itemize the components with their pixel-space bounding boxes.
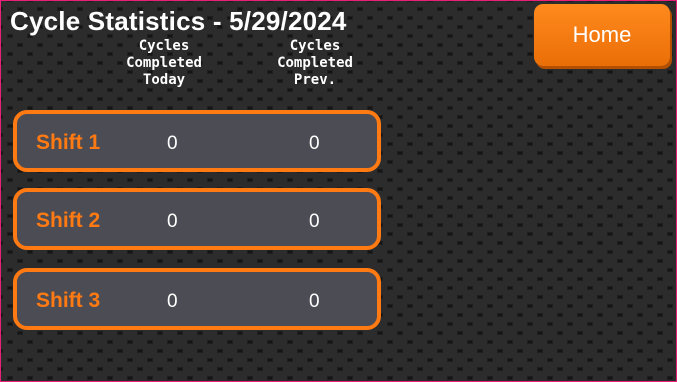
cycles-prev-value: 0 xyxy=(309,291,320,312)
cycles-today-value: 0 xyxy=(167,133,178,154)
shift-row-1[interactable]: Shift 1 0 0 xyxy=(13,110,381,172)
page-title: Cycle Statistics - 5/29/2024 xyxy=(10,6,347,36)
cycles-prev-value: 0 xyxy=(309,211,320,232)
shift-row-3[interactable]: Shift 3 0 0 xyxy=(13,268,381,330)
column-header-cycles-prev: Cycles Completed Prev. xyxy=(277,38,353,88)
cycles-prev-value: 0 xyxy=(309,133,320,154)
shift-label: Shift 1 xyxy=(36,131,101,154)
shift-row-2[interactable]: Shift 2 0 0 xyxy=(13,188,381,250)
cycles-today-value: 0 xyxy=(167,291,178,312)
shift-label: Shift 2 xyxy=(36,209,101,232)
cycles-today-value: 0 xyxy=(167,211,178,232)
shift-label: Shift 3 xyxy=(36,289,101,312)
home-button[interactable]: Home xyxy=(534,4,670,66)
column-header-cycles-today: Cycles Completed Today xyxy=(126,38,202,88)
